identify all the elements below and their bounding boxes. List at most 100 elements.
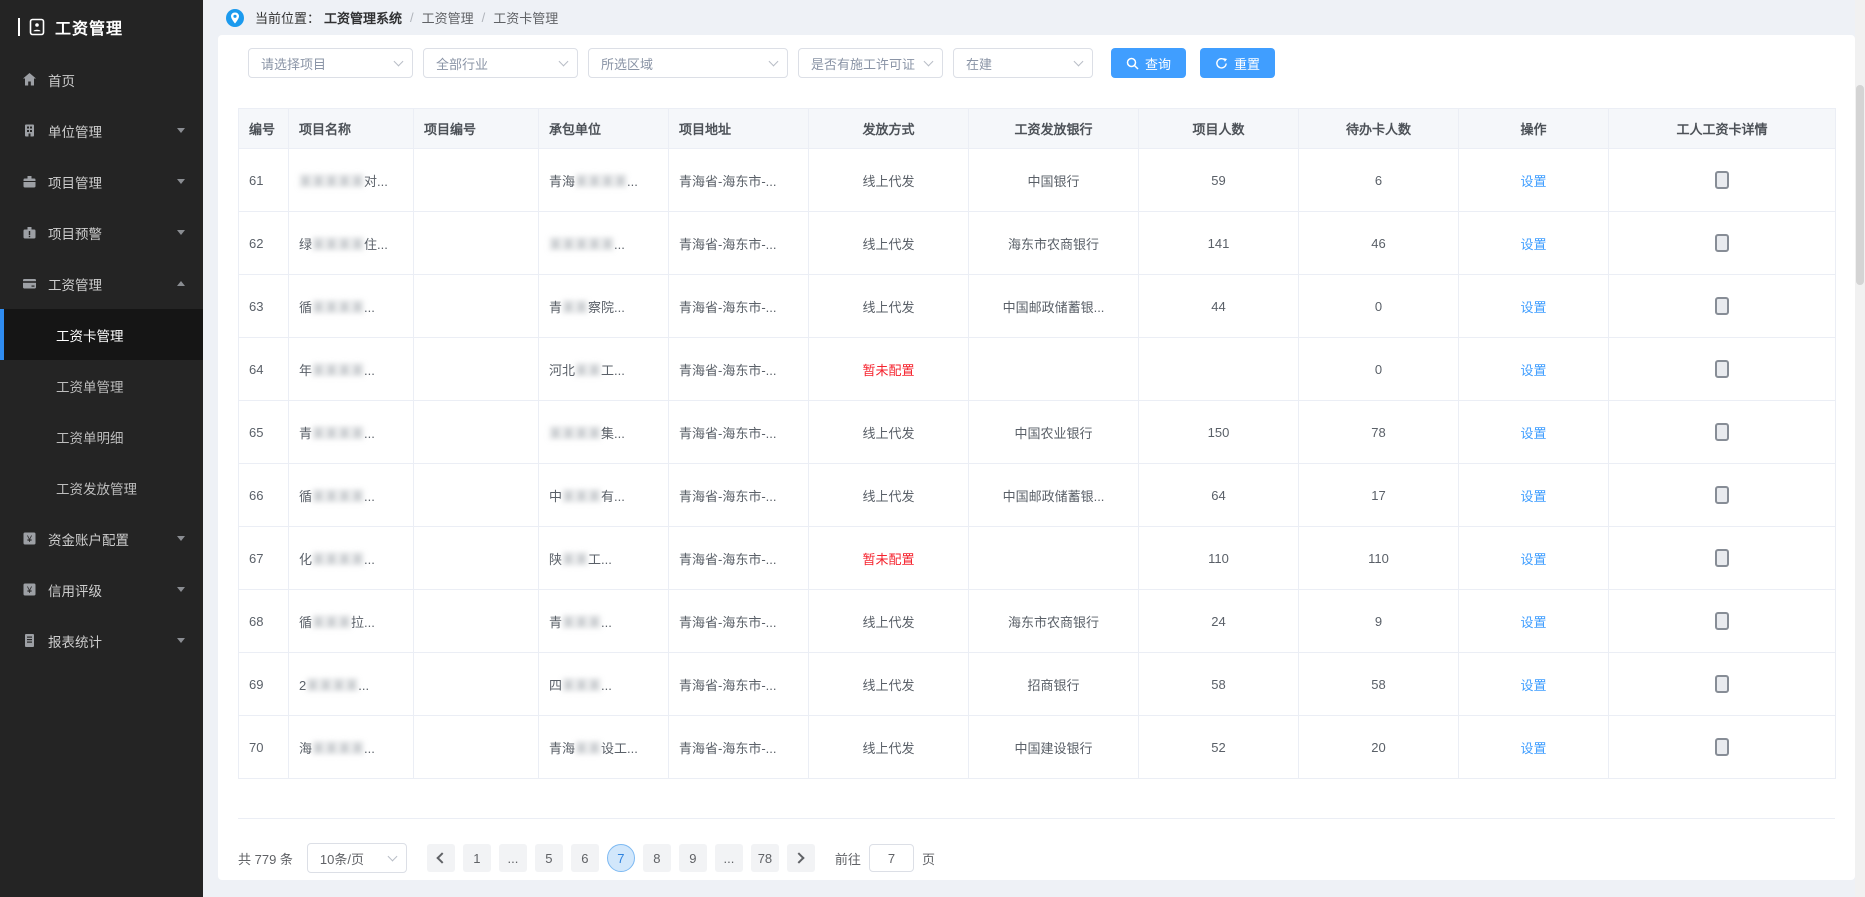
next-page-button[interactable]: [787, 844, 815, 872]
wage-card-detail-icon[interactable]: [1715, 171, 1729, 189]
table-row: 67 化某某某某... 陕某某工... 青海省-海东市-... 暂未配置 110…: [239, 527, 1836, 590]
page-button[interactable]: 7: [607, 844, 635, 872]
sidebar-item-unit-mgmt[interactable]: 单位管理: [0, 105, 203, 156]
wage-card-detail-icon[interactable]: [1715, 297, 1729, 315]
sidebar-item-home[interactable]: 首页: [0, 54, 203, 105]
address-cell: 青海省-海东市-...: [669, 716, 809, 779]
settings-link[interactable]: 设置: [1520, 300, 1546, 315]
region-select[interactable]: 所选区域: [588, 48, 788, 78]
wage-card-detail-icon[interactable]: [1715, 423, 1729, 441]
bank-cell: 中国建设银行: [969, 716, 1139, 779]
pay-method-cell: 线上代发: [809, 464, 969, 527]
scrollbar[interactable]: [1855, 0, 1865, 897]
column-header: 承包单位: [539, 109, 669, 149]
select-placeholder: 全部行业: [436, 54, 488, 73]
sidebar-item-project-alert[interactable]: 项目预警: [0, 207, 203, 258]
breadcrumb: 当前位置： 工资管理系统 / 工资管理 / 工资卡管理: [203, 0, 1855, 35]
logo-divider: [18, 18, 20, 36]
sidebar-item-credit-rating[interactable]: ¥ 信用评级: [0, 564, 203, 615]
project-name-fragment: 循: [299, 615, 312, 630]
page-button[interactable]: 9: [679, 844, 707, 872]
sidebar-subitem-wage-card-mgmt[interactable]: 工资卡管理: [0, 309, 203, 360]
wage-card-table: 编号 项目名称 项目编号 承包单位 项目地址 发放方式 工资发放银行 项目人数 …: [238, 108, 1835, 819]
chevron-down-icon: [177, 638, 185, 643]
breadcrumb-separator: /: [410, 10, 414, 25]
settings-link[interactable]: 设置: [1520, 174, 1546, 189]
column-header: 工资发放银行: [969, 109, 1139, 149]
sidebar-item-wage-mgmt[interactable]: 工资管理: [0, 258, 203, 309]
settings-link[interactable]: 设置: [1520, 552, 1546, 567]
chevron-left-icon: [437, 852, 448, 863]
sidebar-subitem-payroll-detail[interactable]: 工资单明细: [0, 411, 203, 462]
prev-page-button[interactable]: [427, 844, 455, 872]
search-button[interactable]: 查询: [1111, 48, 1186, 78]
wage-card-detail-icon[interactable]: [1715, 234, 1729, 252]
project-name-fragment: 循: [299, 489, 312, 504]
chevron-up-icon: [177, 281, 185, 286]
report-icon: [22, 633, 37, 648]
wage-card-detail-icon[interactable]: [1715, 360, 1729, 378]
permit-select[interactable]: 是否有施工许可证: [798, 48, 943, 78]
sidebar-item-label: 报表统计: [48, 631, 177, 651]
page-button[interactable]: 1: [463, 844, 491, 872]
sidebar-subitem-wage-issue-mgmt[interactable]: 工资发放管理: [0, 462, 203, 513]
settings-link[interactable]: 设置: [1520, 615, 1546, 630]
settings-link[interactable]: 设置: [1520, 741, 1546, 756]
sidebar-item-fund-account-config[interactable]: ¥ 资金账户配置: [0, 513, 203, 564]
row-id-cell: 66: [239, 464, 289, 527]
chevron-down-icon: [559, 56, 569, 66]
page-button[interactable]: 5: [535, 844, 563, 872]
settings-link[interactable]: 设置: [1520, 426, 1546, 441]
location-pin-icon: [225, 8, 245, 28]
contractor-fragment: 河北: [549, 363, 575, 378]
industry-select[interactable]: 全部行业: [423, 48, 578, 78]
page-size-select[interactable]: 10条/页: [307, 843, 407, 873]
settings-link[interactable]: 设置: [1520, 489, 1546, 504]
wage-card-detail-icon[interactable]: [1715, 549, 1729, 567]
project-name-fragment: ...: [364, 489, 375, 504]
settings-link[interactable]: 设置: [1520, 363, 1546, 378]
pending-count-cell: 20: [1299, 716, 1459, 779]
reset-button[interactable]: 重置: [1200, 48, 1275, 78]
detail-cell: [1609, 527, 1836, 590]
table-row: 68 循某某某拉... 青某某某... 青海省-海东市-... 线上代发 海东市…: [239, 590, 1836, 653]
bank-cell: 招商银行: [969, 653, 1139, 716]
status-select[interactable]: 在建: [953, 48, 1093, 78]
people-count-cell: 150: [1139, 401, 1299, 464]
goto-page-input[interactable]: [869, 844, 914, 872]
redacted-text: 某某某某: [312, 300, 364, 315]
sidebar-item-project-mgmt[interactable]: 项目管理: [0, 156, 203, 207]
pagination: 共 779 条 10条/页 1...56789...78 前往 页: [238, 843, 1835, 873]
pending-count-cell: 17: [1299, 464, 1459, 527]
page-button[interactable]: 8: [643, 844, 671, 872]
page-button[interactable]: 6: [571, 844, 599, 872]
contractor-fragment: ...: [601, 615, 612, 630]
project-name-fragment: ...: [364, 426, 375, 441]
project-select[interactable]: 请选择项目: [248, 48, 413, 78]
scrollbar-thumb[interactable]: [1856, 85, 1864, 285]
select-placeholder: 在建: [966, 54, 992, 73]
page-button[interactable]: ...: [715, 844, 743, 872]
bank-cell: 海东市农商银行: [969, 590, 1139, 653]
wage-card-detail-icon[interactable]: [1715, 675, 1729, 693]
wage-card-detail-icon[interactable]: [1715, 612, 1729, 630]
page-button[interactable]: ...: [499, 844, 527, 872]
sidebar-subitem-payroll-mgmt[interactable]: 工资单管理: [0, 360, 203, 411]
breadcrumb-level1[interactable]: 工资管理: [422, 8, 474, 27]
project-name-fragment: 拉...: [351, 615, 375, 630]
project-name-cell: 某某某某某对...: [289, 149, 414, 212]
settings-link[interactable]: 设置: [1520, 678, 1546, 693]
wage-card-detail-icon[interactable]: [1715, 486, 1729, 504]
total-count: 共 779 条: [238, 849, 293, 868]
settings-link[interactable]: 设置: [1520, 237, 1546, 252]
pending-count-cell: 58: [1299, 653, 1459, 716]
page-button[interactable]: 78: [751, 844, 779, 872]
project-name-fragment: 海: [299, 741, 312, 756]
sidebar-item-label: 信用评级: [48, 580, 177, 600]
redacted-text: 某某某: [562, 615, 601, 630]
svg-text:¥: ¥: [26, 534, 33, 544]
sidebar-subitem-label: 工资单管理: [56, 376, 124, 396]
breadcrumb-level2[interactable]: 工资卡管理: [493, 8, 558, 27]
wage-card-detail-icon[interactable]: [1715, 738, 1729, 756]
sidebar-item-report-stats[interactable]: 报表统计: [0, 615, 203, 666]
